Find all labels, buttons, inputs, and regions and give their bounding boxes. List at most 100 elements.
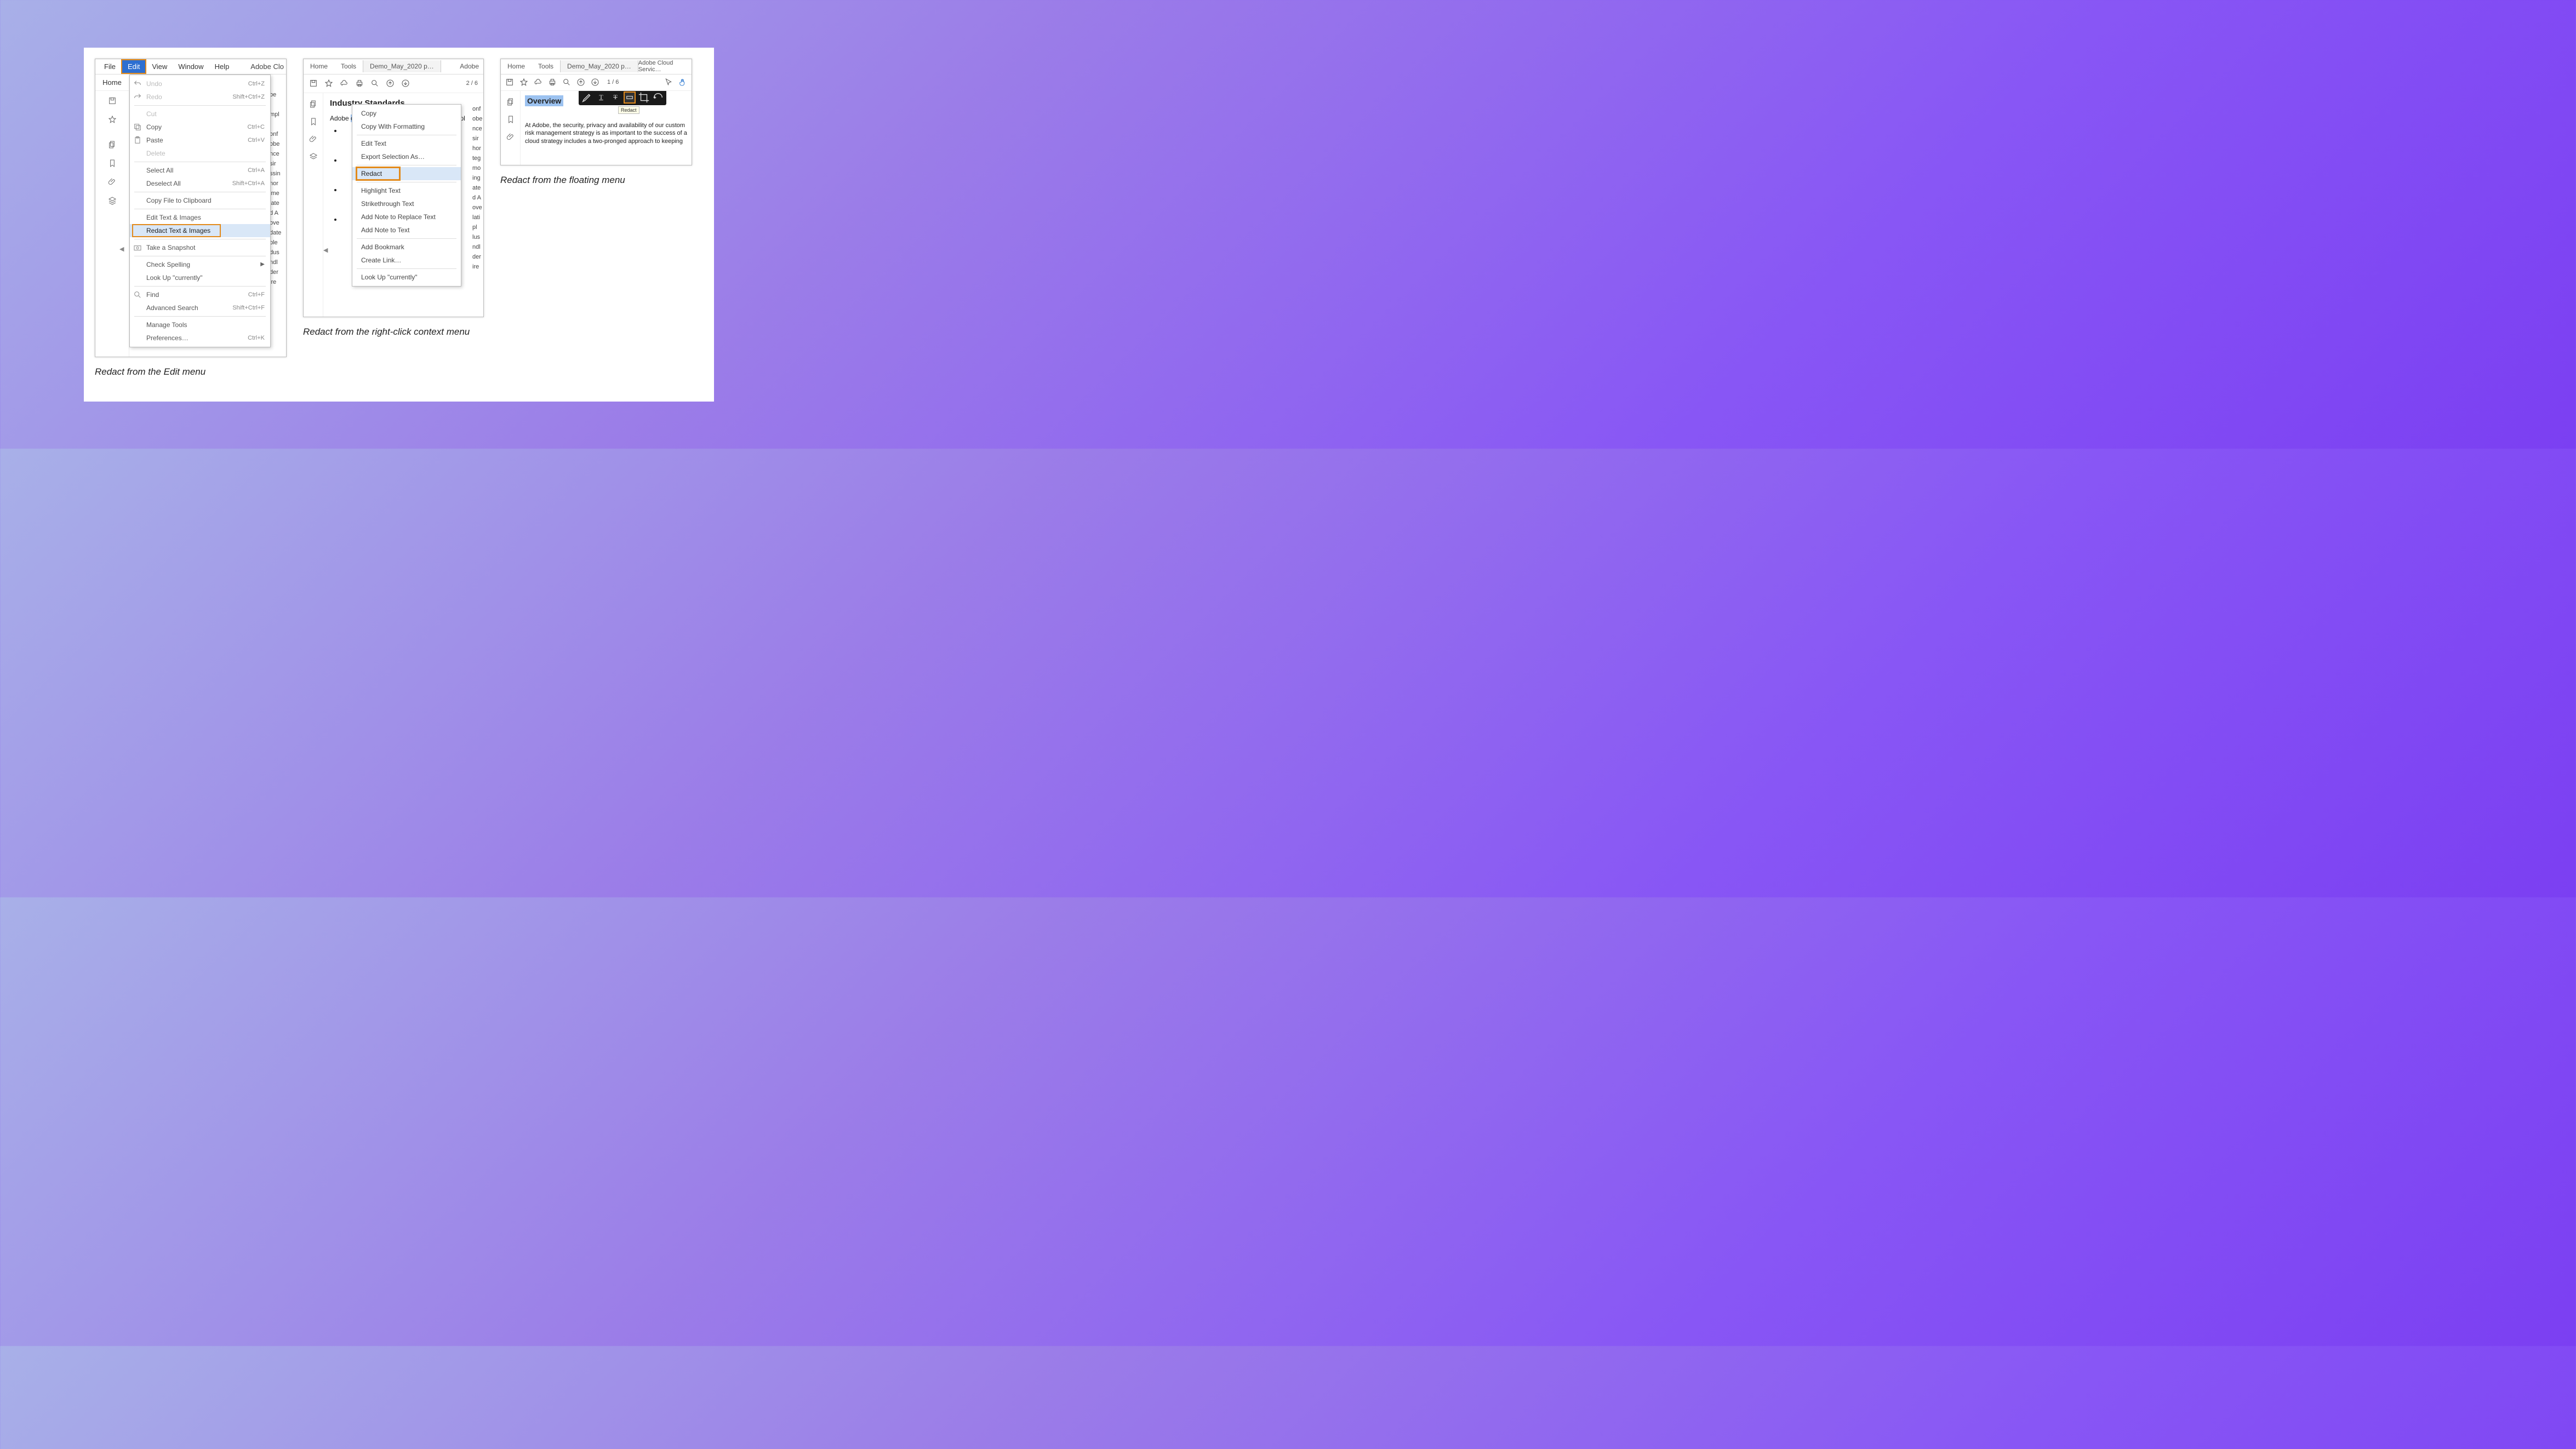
menu-check-spelling[interactable]: Check Spelling▶ xyxy=(130,258,270,271)
camera-icon xyxy=(133,243,142,252)
save-icon[interactable] xyxy=(505,78,514,87)
menu-deselect-all[interactable]: Deselect AllShift+Ctrl+A xyxy=(130,177,270,190)
ctx-lookup[interactable]: Look Up "currently" xyxy=(352,271,461,284)
pages-icon[interactable] xyxy=(108,140,117,149)
undo-icon xyxy=(133,79,142,88)
pages-icon[interactable] xyxy=(309,100,318,108)
bookmark-icon[interactable] xyxy=(309,117,318,126)
page-up-icon[interactable] xyxy=(576,78,585,87)
menu-delete[interactable]: Delete xyxy=(130,147,270,160)
page-up-icon[interactable] xyxy=(386,79,395,88)
menu-copy-file[interactable]: Copy File to Clipboard xyxy=(130,194,270,207)
star-icon[interactable] xyxy=(324,79,333,88)
tab-tools[interactable]: Tools xyxy=(334,60,363,72)
crop-tool-icon[interactable] xyxy=(638,91,650,104)
ctx-copy-formatting[interactable]: Copy With Formatting xyxy=(352,120,461,133)
tab-home[interactable]: Home xyxy=(304,60,334,72)
adobe-cloud-tab[interactable]: Adobe Cloud Servic… xyxy=(638,60,692,73)
adobe-cloud-label: Adobe Clo xyxy=(245,60,286,73)
menu-help[interactable]: Help xyxy=(209,60,235,73)
tab-document[interactable]: Demo_May_2020 p… xyxy=(363,60,441,72)
zoom-icon[interactable] xyxy=(370,79,379,88)
home-button[interactable]: Home xyxy=(95,75,129,91)
caption-panel2: Redact from the right-click context menu xyxy=(303,325,484,339)
ctx-add-bookmark[interactable]: Add Bookmark xyxy=(352,240,461,254)
attachment-icon[interactable] xyxy=(108,177,117,186)
ctx-edit-text[interactable]: Edit Text xyxy=(352,137,461,150)
strikethrough-tool-icon[interactable]: T xyxy=(609,91,621,104)
menu-find[interactable]: FindCtrl+F xyxy=(130,288,270,301)
acrobat-window-2: Home Tools Demo_May_2020 p… Adobe 2 / 6 xyxy=(303,59,484,317)
redact-tool-icon[interactable] xyxy=(624,91,636,104)
acrobat-window-3: Home Tools Demo_May_2020 p… Adobe Cloud … xyxy=(500,59,692,165)
cloud-icon[interactable] xyxy=(340,79,349,88)
menu-preferences[interactable]: Preferences…Ctrl+K xyxy=(130,331,270,345)
attachment-icon[interactable] xyxy=(506,133,515,141)
print-icon[interactable] xyxy=(548,78,557,87)
hand-icon[interactable] xyxy=(678,78,687,87)
page-indicator: 2 / 6 xyxy=(466,80,478,87)
save-icon[interactable] xyxy=(108,96,117,105)
ctx-copy[interactable]: Copy xyxy=(352,107,461,120)
menu-select-all[interactable]: Select AllCtrl+A xyxy=(130,164,270,177)
bookmark-icon[interactable] xyxy=(506,115,515,124)
collapse-caret-icon[interactable]: ◀ xyxy=(323,247,328,254)
star-icon[interactable] xyxy=(519,78,528,87)
menu-edit-text-images[interactable]: Edit Text & Images xyxy=(130,211,270,224)
toolbar-3: 1 / 6 xyxy=(501,75,692,91)
menu-view[interactable]: View xyxy=(146,60,173,73)
more-tool-icon[interactable] xyxy=(652,91,664,104)
document-text-fragment: onf obe nce sir hor teg mo ing ate d A o… xyxy=(472,104,483,272)
save-icon[interactable] xyxy=(309,79,318,88)
search-icon xyxy=(133,290,142,299)
caption-panel1: Redact from the Edit menu xyxy=(95,365,287,379)
ctx-create-link[interactable]: Create Link… xyxy=(352,254,461,267)
layers-icon[interactable] xyxy=(309,152,318,161)
menu-window[interactable]: Window xyxy=(173,60,209,73)
pages-icon[interactable] xyxy=(506,98,515,106)
zoom-icon[interactable] xyxy=(562,78,571,87)
panel-floating-menu: Home Tools Demo_May_2020 p… Adobe Cloud … xyxy=(500,59,692,396)
cursor-icon[interactable] xyxy=(664,78,673,87)
layers-icon[interactable] xyxy=(108,196,117,205)
page-down-icon[interactable] xyxy=(591,78,599,87)
collapse-caret-icon[interactable]: ◀ xyxy=(119,245,124,253)
menu-undo[interactable]: UndoCtrl+Z xyxy=(130,77,270,90)
menu-cut[interactable]: Cut xyxy=(130,107,270,121)
menu-file[interactable]: File xyxy=(99,60,121,73)
star-icon[interactable] xyxy=(108,115,117,124)
menu-copy[interactable]: CopyCtrl+C xyxy=(130,121,270,134)
toolbar-2: 2 / 6 xyxy=(304,75,483,93)
ctx-strikethrough[interactable]: Strikethrough Text xyxy=(352,197,461,210)
acrobat-window-1: File Edit View Window Help Adobe Clo Hom… xyxy=(95,59,287,357)
caption-panel3: Redact from the floating menu xyxy=(500,173,692,187)
ctx-export-selection[interactable]: Export Selection As… xyxy=(352,150,461,163)
ctx-add-note-replace[interactable]: Add Note to Replace Text xyxy=(352,210,461,224)
floating-toolbar: T T xyxy=(579,91,666,105)
attachment-icon[interactable] xyxy=(309,135,318,144)
cloud-icon[interactable] xyxy=(534,78,542,87)
page-indicator: 1 / 6 xyxy=(607,79,619,85)
menu-snapshot[interactable]: Take a Snapshot xyxy=(130,241,270,254)
ctx-redact[interactable]: Redact xyxy=(352,167,461,180)
print-icon[interactable] xyxy=(355,79,364,88)
ctx-add-note-text[interactable]: Add Note to Text xyxy=(352,224,461,237)
selected-heading[interactable]: Overview xyxy=(525,95,563,106)
menu-paste[interactable]: PasteCtrl+V xyxy=(130,134,270,147)
menu-manage-tools[interactable]: Manage Tools xyxy=(130,318,270,331)
tab-tools[interactable]: Tools xyxy=(532,60,560,72)
document-text-fragment: be mpl onf obe nce sir ssin nor ime late… xyxy=(270,90,286,287)
menu-edit[interactable]: Edit xyxy=(121,59,146,74)
ctx-highlight[interactable]: Highlight Text xyxy=(352,184,461,197)
menu-redo[interactable]: RedoShift+Ctrl+Z xyxy=(130,90,270,104)
underline-tool-icon[interactable]: T xyxy=(595,91,607,104)
menu-lookup[interactable]: Look Up "currently" xyxy=(130,271,270,284)
menu-redact-text-images[interactable]: Redact Text & Images xyxy=(130,224,270,237)
left-nav-3 xyxy=(501,91,521,165)
menu-advanced-search[interactable]: Advanced SearchShift+Ctrl+F xyxy=(130,301,270,314)
tab-home[interactable]: Home xyxy=(501,60,532,72)
highlight-tool-icon[interactable] xyxy=(581,91,593,104)
bookmark-icon[interactable] xyxy=(108,159,117,168)
tab-document[interactable]: Demo_May_2020 p… xyxy=(560,60,638,72)
page-down-icon[interactable] xyxy=(401,79,410,88)
